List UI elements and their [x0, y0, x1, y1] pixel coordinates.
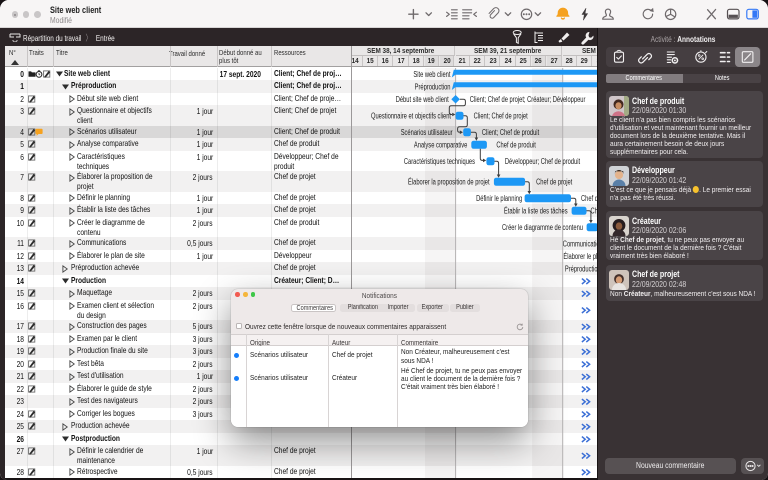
svg-text:Préproduction achevée: Préproduction achevée: [565, 264, 597, 273]
svg-text:Début site web client: Début site web client: [396, 95, 450, 104]
svg-text:Client; Chef de projet; Créate: Client; Chef de projet; Créateur; Dévelo…: [470, 95, 586, 104]
svg-text:Analyse comparative: Analyse comparative: [414, 140, 468, 149]
svg-text:Scénarios utilisateur: Scénarios utilisateur: [401, 128, 453, 137]
svg-text:Chef de projet: Chef de projet: [536, 177, 573, 186]
svg-text:Client; Chef de produit: Client; Chef de produit: [482, 128, 540, 137]
svg-text:Préproduction: Préproduction: [415, 82, 451, 91]
svg-text:Site web client: Site web client: [413, 70, 451, 79]
svg-text:Développeur; Chef de produit: Développeur; Chef de produit: [505, 157, 581, 166]
svg-text:Caractéristiques techniques: Caractéristiques techniques: [404, 157, 475, 166]
svg-text:Définir le planning: Définir le planning: [476, 194, 522, 203]
svg-text:Chef de projet: Chef de projet: [581, 194, 597, 203]
svg-text:Communications: Communications: [563, 239, 597, 248]
svg-text:Client; Chef de projet: Client; Chef de projet: [474, 111, 529, 120]
svg-text:Questionnaire et objectifs cli: Questionnaire et objectifs client: [371, 111, 452, 120]
svg-text:Élaborer la proposition de pro: Élaborer la proposition de projet: [408, 177, 490, 186]
svg-text:Créer le diagramme de contenu: Créer le diagramme de contenu: [502, 223, 583, 232]
svg-text:Chef de produit: Chef de produit: [496, 140, 536, 149]
svg-text:Élaborer le plan de site: Élaborer le plan de site: [563, 252, 597, 261]
svg-text:Établir la liste des tâches: Établir la liste des tâches: [504, 206, 568, 215]
